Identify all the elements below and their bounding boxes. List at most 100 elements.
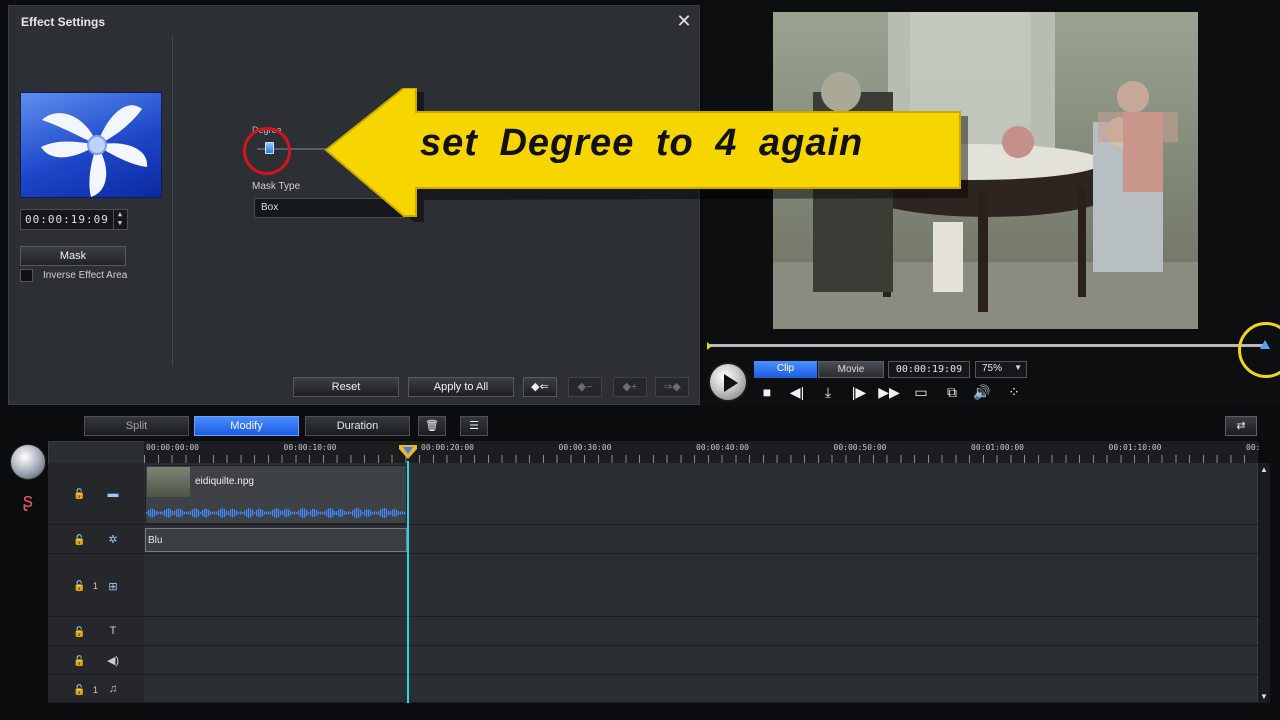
waveform-bar bbox=[342, 509, 344, 517]
inverse-effect-checkbox[interactable] bbox=[20, 269, 33, 282]
waveform-bar bbox=[316, 510, 318, 516]
effect-preview-thumbnail bbox=[20, 92, 162, 198]
tutorial-instruction-text: set Degree to 4 again bbox=[420, 122, 864, 164]
remove-keyframe-button[interactable]: ◆− bbox=[568, 377, 602, 397]
movie-mode-button[interactable]: Movie bbox=[818, 361, 884, 378]
reset-button[interactable]: Reset bbox=[293, 377, 399, 397]
waveform-bar bbox=[256, 510, 258, 516]
magic-hat-icon[interactable] bbox=[10, 444, 46, 480]
snapshot-icon[interactable]: ⤓ bbox=[817, 382, 839, 402]
waveform-bar bbox=[370, 510, 372, 516]
waveform-bar bbox=[154, 509, 156, 517]
waveform-bar bbox=[378, 511, 380, 515]
timeline-toolbar bbox=[0, 408, 1280, 438]
waveform-bar bbox=[346, 511, 348, 515]
apply-to-all-button[interactable]: Apply to All bbox=[408, 377, 514, 397]
fit-screen-icon[interactable]: ▭ bbox=[910, 382, 932, 402]
waveform-bar bbox=[334, 510, 336, 516]
detach-preview-icon[interactable]: ⧉ bbox=[941, 382, 963, 402]
title-track-row: 🔓 T bbox=[48, 618, 1258, 646]
lock-icon[interactable]: 🔓 bbox=[73, 581, 85, 592]
chevron-down-icon: ▼ bbox=[1014, 363, 1022, 372]
waveform-bar bbox=[288, 509, 290, 517]
timeline-ruler[interactable]: 00:00:00:00 00:00:10:00 00:00:20:00 00:00:3… bbox=[144, 441, 1260, 463]
ruler-ticks bbox=[144, 455, 1258, 463]
waveform-bar bbox=[302, 508, 304, 518]
waveform-bar bbox=[184, 511, 186, 515]
waveform-bar bbox=[332, 508, 334, 518]
waveform-bar bbox=[390, 511, 392, 515]
split-button[interactable]: Split bbox=[84, 416, 189, 436]
waveform-bar bbox=[270, 511, 272, 515]
waveform-bar bbox=[230, 509, 232, 517]
waveform-bar bbox=[174, 510, 176, 516]
preview-timecode[interactable]: 00:00:19:09 bbox=[888, 361, 970, 378]
waveform-bar bbox=[194, 508, 196, 518]
lock-icon[interactable]: 🔓 bbox=[73, 535, 85, 546]
scroll-down-icon[interactable]: ▼ bbox=[1260, 692, 1268, 701]
play-button[interactable] bbox=[708, 362, 748, 402]
lock-icon[interactable]: 🔓 bbox=[73, 627, 85, 638]
effect-track-icon: ✲ bbox=[108, 534, 118, 546]
spin-arrows-icon[interactable]: ▲ ▼ bbox=[113, 210, 127, 229]
fast-forward-icon[interactable]: ▶▶ bbox=[878, 382, 900, 402]
waveform-bar bbox=[318, 511, 320, 515]
waveform-bar bbox=[252, 509, 254, 517]
effect-time-stepper[interactable]: 00:00:19:09 ▲ ▼ bbox=[20, 209, 128, 230]
lock-icon[interactable]: 🔓 bbox=[73, 685, 85, 696]
close-button[interactable]: ✕ bbox=[673, 10, 695, 32]
timeline-settings-icon[interactable]: ⇄ bbox=[1225, 416, 1257, 436]
waveform-bar bbox=[164, 510, 166, 516]
music-note-icon: ♫ bbox=[108, 683, 118, 695]
waveform-bar bbox=[192, 509, 194, 517]
clip-mode-button[interactable]: Clip bbox=[754, 361, 817, 378]
next-frame-icon[interactable]: |▶ bbox=[848, 382, 870, 402]
zoom-select[interactable]: 75% ▼ bbox=[975, 361, 1027, 378]
playhead-handle[interactable] bbox=[399, 445, 417, 459]
waveform-bar bbox=[344, 511, 346, 515]
add-keyframe-button[interactable]: ◆+ bbox=[613, 377, 647, 397]
mask-type-label: Mask Type bbox=[252, 181, 301, 192]
timeline-scrollbar[interactable]: ▲ ▼ bbox=[1258, 463, 1270, 703]
previous-frame-icon[interactable]: ◀| bbox=[786, 382, 808, 402]
preview-scrub-track[interactable] bbox=[708, 344, 1263, 347]
next-keyframe-button[interactable]: ⇒◆ bbox=[655, 377, 689, 397]
effect-clip[interactable] bbox=[145, 528, 407, 552]
duration-button[interactable]: Duration bbox=[305, 416, 410, 436]
list-icon[interactable]: ☰ bbox=[460, 416, 488, 436]
waveform-bar bbox=[156, 511, 158, 515]
waveform-bar bbox=[152, 508, 154, 518]
more-controls-icon[interactable]: ⁘ bbox=[1003, 382, 1025, 402]
zoom-value: 75% bbox=[982, 363, 1003, 374]
waveform-bar bbox=[210, 511, 212, 515]
waveform-bar bbox=[284, 509, 286, 517]
previous-keyframe-button[interactable]: ◆⇐ bbox=[523, 377, 557, 397]
trash-icon[interactable]: 🗑 bbox=[418, 416, 446, 436]
fx-sparkle-icon[interactable]: ʂ bbox=[16, 490, 40, 514]
waveform-bar bbox=[294, 511, 296, 515]
volume-icon[interactable]: 🔊 bbox=[971, 382, 993, 402]
waveform-bar bbox=[304, 508, 306, 518]
scroll-up-icon[interactable]: ▲ bbox=[1260, 465, 1268, 474]
waveform-bar bbox=[190, 510, 192, 516]
waveform-bar bbox=[148, 509, 150, 517]
stop-icon[interactable]: ■ bbox=[756, 382, 778, 402]
lock-icon[interactable]: 🔓 bbox=[73, 656, 85, 667]
waveform-bar bbox=[310, 510, 312, 516]
effect-clip-name: Blu bbox=[148, 535, 163, 546]
speaker-icon: ◀) bbox=[106, 655, 120, 667]
waveform-bar bbox=[374, 511, 376, 515]
ruler-tick-label: 00:00:00:00 bbox=[146, 443, 199, 452]
lock-icon[interactable]: 🔓 bbox=[73, 489, 85, 500]
modify-button[interactable]: Modify bbox=[194, 416, 299, 436]
waveform-bar bbox=[232, 508, 234, 518]
mask-button[interactable]: Mask bbox=[20, 246, 126, 266]
waveform-bar bbox=[228, 510, 230, 516]
scrub-start-marker bbox=[707, 342, 712, 350]
waveform-bar bbox=[236, 510, 238, 516]
scrub-handle[interactable] bbox=[1260, 340, 1270, 349]
waveform-bar bbox=[274, 508, 276, 518]
waveform-bar bbox=[394, 509, 396, 517]
waveform-bar bbox=[146, 512, 148, 514]
waveform-bar bbox=[308, 511, 310, 515]
